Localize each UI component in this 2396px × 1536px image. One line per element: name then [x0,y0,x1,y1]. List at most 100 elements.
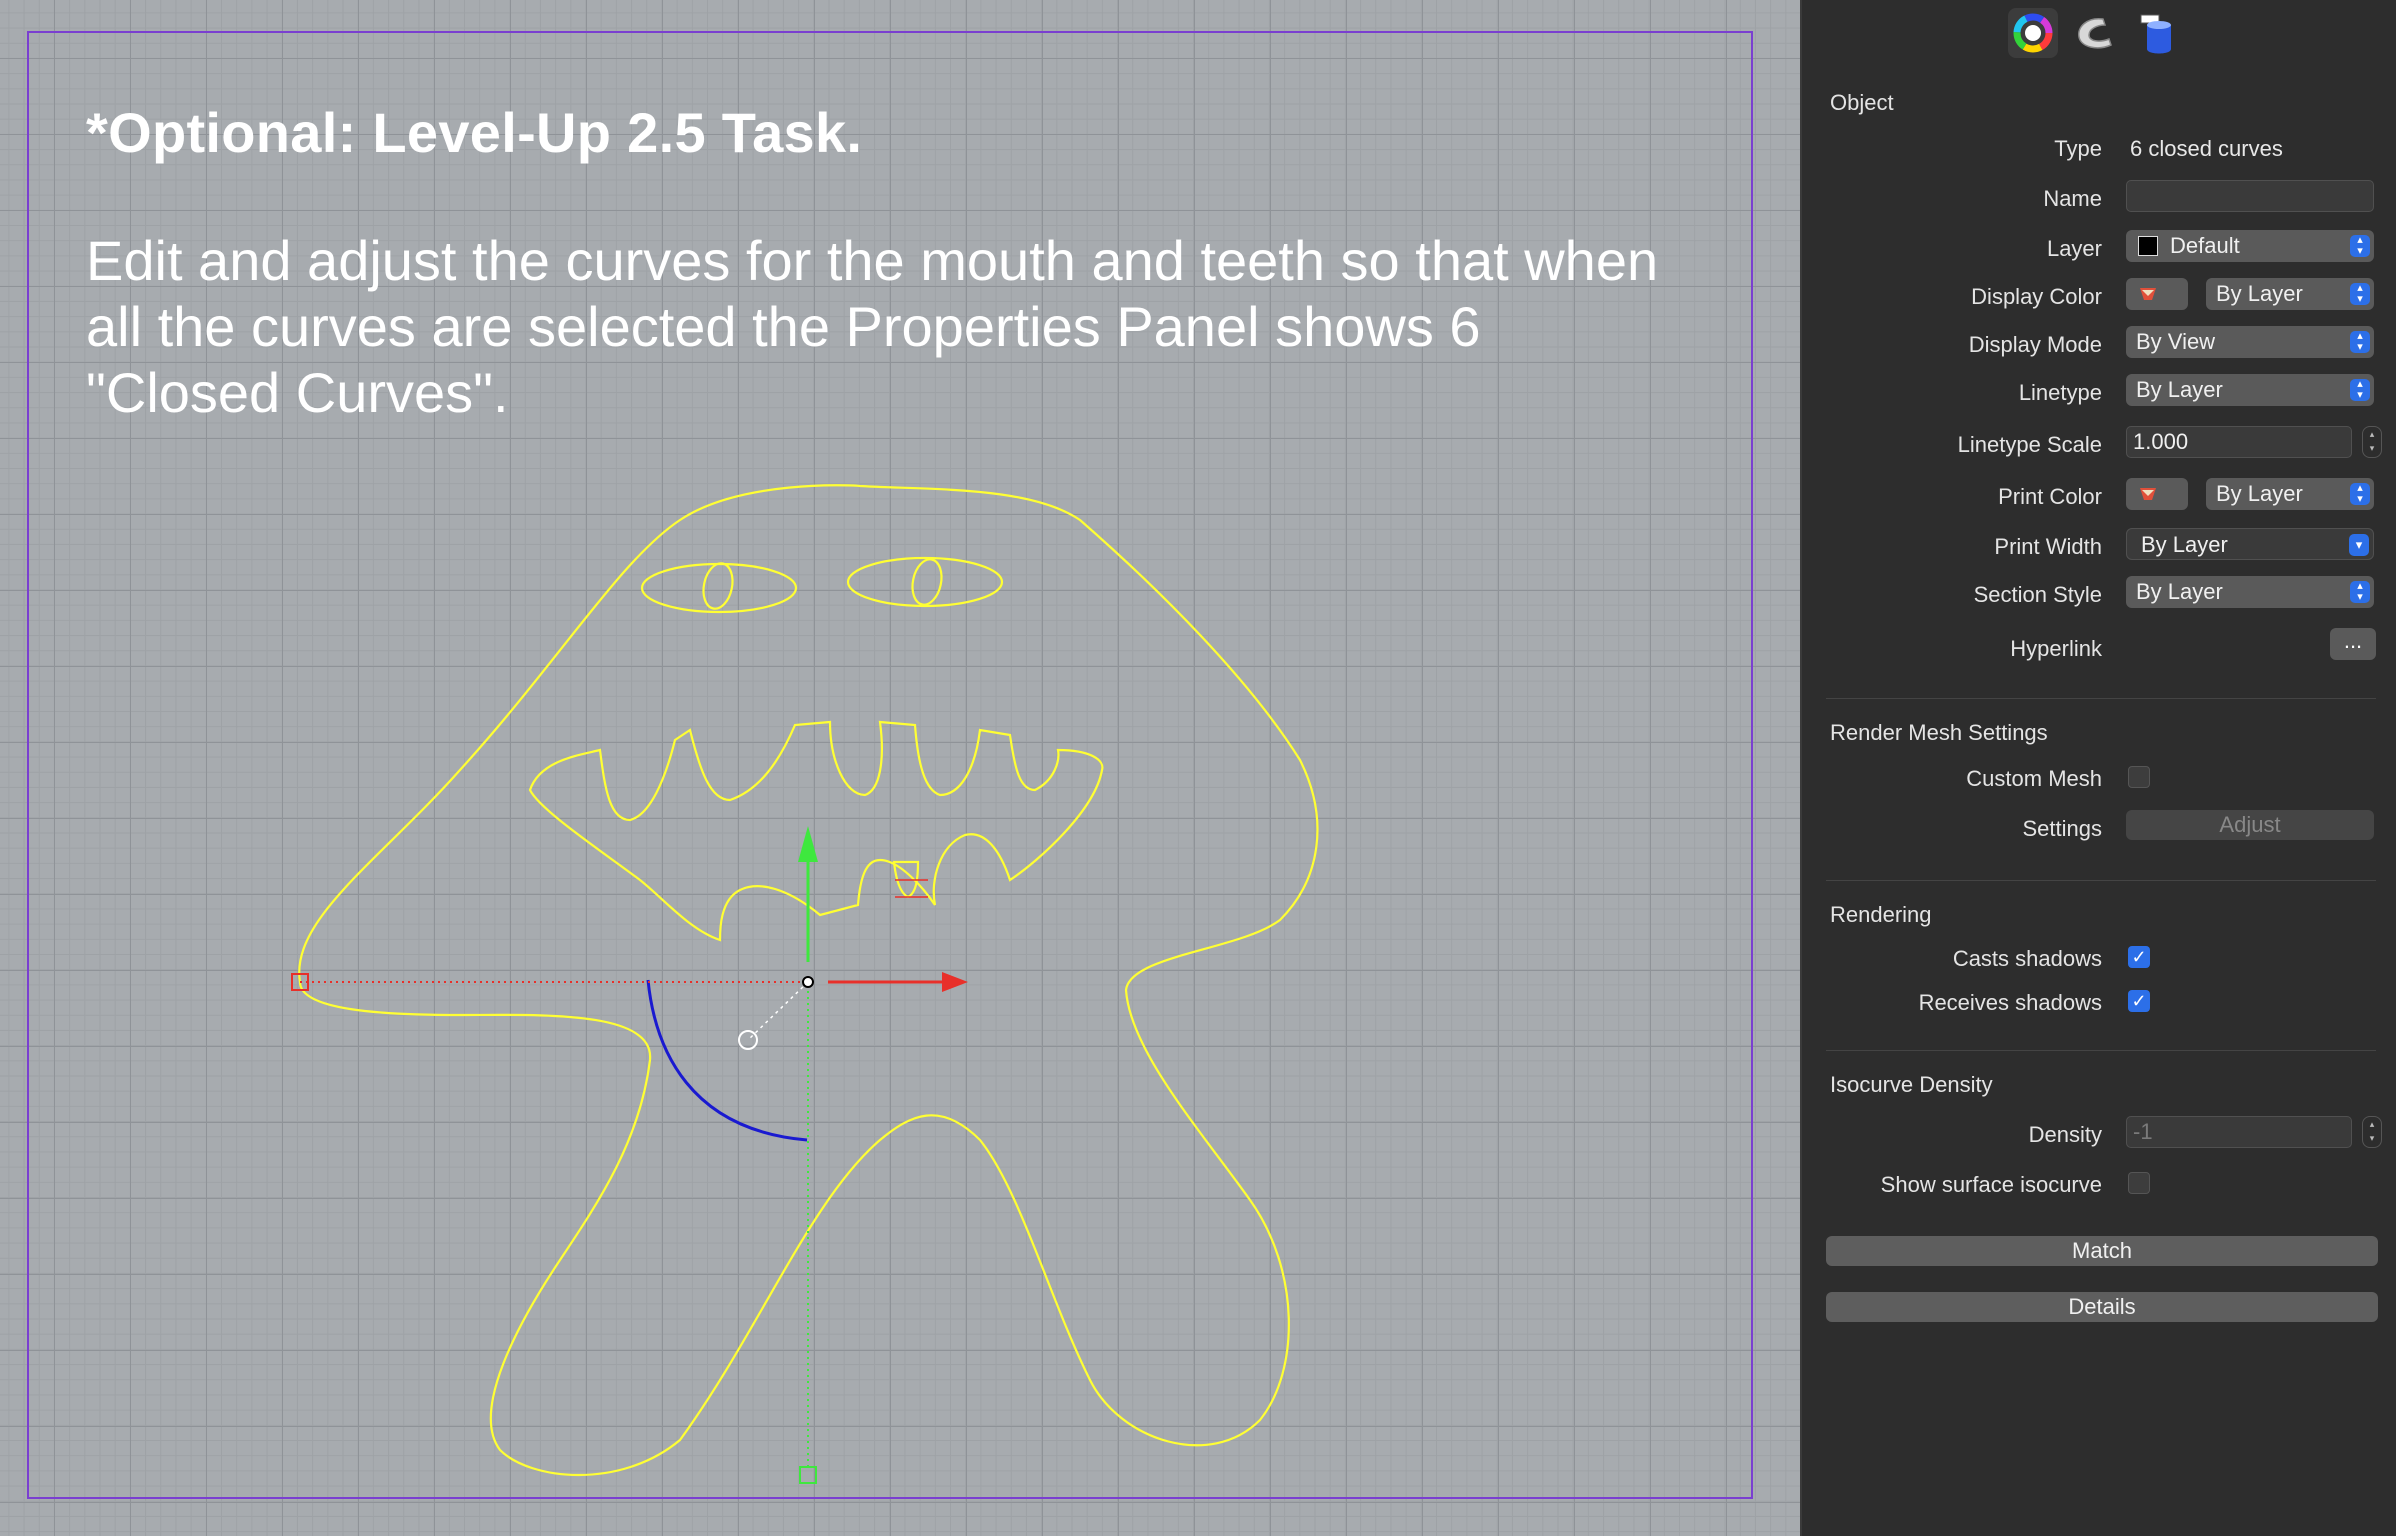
hyperlink-label: Hyperlink [2010,636,2102,661]
show-isocurve-label: Show surface isocurve [1880,1172,2102,1197]
display-color-value: By Layer [2216,281,2303,306]
left-eye-curve [640,562,798,614]
layer-select[interactable]: Default ▴ ▾ [2126,230,2374,262]
rotate-dotted [747,981,809,1041]
linetype-label: Linetype [2018,380,2102,405]
chevron-updown-icon: ▴ ▾ [2350,235,2370,257]
chevron-updown-icon: ▴ ▾ [2350,331,2370,353]
settings-label: Settings [2022,816,2103,841]
right-eye-curve [846,556,1004,608]
y-handle [799,1466,817,1484]
display-mode-value: By View [2136,329,2216,354]
details-button[interactable]: Details [1826,1292,2378,1322]
layer-select-value: Default [2170,233,2240,258]
linetype-row: Linetype By Layer ▴ ▾ [1802,372,2396,412]
print-color-swatch[interactable] [2126,478,2188,510]
material-icon[interactable] [2070,8,2120,58]
divider [1826,1050,2376,1051]
task-line-1: Edit and adjust the curves for the mouth… [86,229,1659,292]
hyperlink-row: Hyperlink ... [1802,628,2396,668]
type-label: Type [2054,136,2102,161]
casts-shadows-label: Casts shadows [1952,946,2102,971]
panel-tabs [2008,8,2182,58]
render-mesh-section-title: Render Mesh Settings [1830,720,2048,745]
task-line-3: "Closed Curves". [86,361,509,424]
left-pupil-curve [702,562,734,610]
chevron-down-icon: ▾ [2349,534,2369,556]
receives-shadows-row: Receives shadows ✓ [1802,982,2396,1022]
print-width-row: Print Width By Layer ▾ [1802,526,2396,566]
hyperlink-button[interactable]: ... [2330,628,2376,660]
casts-shadows-checkbox[interactable]: ✓ [2128,946,2150,968]
linetype-value: By Layer [2136,377,2223,402]
isocurve-section-title: Isocurve Density [1830,1072,1993,1097]
type-row: Type 6 closed curves [1802,128,2396,168]
rendering-section-title: Rendering [1830,902,1932,927]
gumball-widget [291,826,968,1484]
object-section-title: Object [1830,90,1894,115]
density-label: Density [2028,1122,2102,1147]
custom-mesh-label: Custom Mesh [1966,766,2102,791]
display-color-swatch[interactable] [2126,278,2188,310]
chevron-updown-icon: ▴ ▾ [2350,483,2370,505]
chevron-updown-icon: ▴ ▾ [2350,283,2370,305]
chevron-updown-icon: ▴ ▾ [2350,379,2370,401]
casts-shadows-row: Casts shadows ✓ [1802,938,2396,978]
chevron-updown-icon: ▴ ▾ [2350,581,2370,603]
layer-row: Layer Default ▴ ▾ [1802,228,2396,268]
section-style-select[interactable]: By Layer ▴ ▾ [2126,576,2374,608]
right-pupil-curve [911,558,943,606]
section-style-row: Section Style By Layer ▴ ▾ [1802,574,2396,614]
viewport[interactable]: *Optional: Level-Up 2.5 Task. Edit and a… [0,0,1800,1536]
object-cylinder-icon[interactable] [2132,8,2182,58]
task-line-2: all the curves are selected the Properti… [86,295,1481,358]
layer-color-icon [2140,288,2156,300]
display-mode-select[interactable]: By View ▴ ▾ [2126,326,2374,358]
settings-row: Settings Adjust [1802,808,2396,848]
linetype-scale-stepper[interactable]: ▴ ▾ [2362,426,2382,458]
divider [1826,698,2376,699]
color-wheel-icon[interactable] [2008,8,2058,58]
linetype-scale-row: Linetype Scale 1.000 ▴ ▾ [1802,424,2396,464]
density-stepper[interactable]: ▴ ▾ [2362,1116,2382,1148]
type-value: 6 closed curves [2130,136,2283,161]
match-button[interactable]: Match [1826,1236,2378,1266]
custom-mesh-row: Custom Mesh [1802,758,2396,798]
section-style-value: By Layer [2136,579,2223,604]
linetype-select[interactable]: By Layer ▴ ▾ [2126,374,2374,406]
linetype-scale-label: Linetype Scale [1957,432,2102,457]
display-color-select[interactable]: By Layer ▴ ▾ [2206,278,2374,310]
adjust-button[interactable]: Adjust [2126,810,2374,840]
name-row: Name [1802,178,2396,218]
name-label: Name [2043,186,2102,211]
layer-color-chip [2138,236,2158,256]
name-input[interactable] [2126,180,2374,212]
display-mode-row: Display Mode By View ▴ ▾ [1802,324,2396,364]
receives-shadows-checkbox[interactable]: ✓ [2128,990,2150,1012]
show-isocurve-checkbox[interactable] [2128,1172,2150,1194]
y-axis-arrow [798,826,818,862]
section-style-label: Section Style [1973,582,2102,607]
mouth-curve [528,720,1104,942]
display-color-label: Display Color [1971,284,2102,309]
print-color-value: By Layer [2216,481,2303,506]
task-description: Edit and adjust the curves for the mouth… [86,228,1726,426]
print-color-select[interactable]: By Layer ▴ ▾ [2206,478,2374,510]
density-row: Density -1 ▴ ▾ [1802,1114,2396,1154]
properties-panel: Object Type 6 closed curves Name Layer D… [1800,0,2396,1536]
show-isocurve-row: Show surface isocurve [1802,1164,2396,1204]
selected-arc-curve [646,979,808,1142]
receives-shadows-label: Receives shadows [1918,990,2102,1015]
density-input[interactable]: -1 [2126,1116,2352,1148]
linetype-scale-input[interactable]: 1.000 [2126,426,2352,458]
print-width-select[interactable]: By Layer ▾ [2126,528,2374,560]
custom-mesh-checkbox[interactable] [2128,766,2150,788]
print-width-value: By Layer [2141,532,2228,557]
print-width-label: Print Width [1994,534,2102,559]
print-color-label: Print Color [1998,484,2102,509]
display-mode-label: Display Mode [1968,332,2102,357]
layer-label: Layer [2046,236,2102,261]
task-title: *Optional: Level-Up 2.5 Task. [86,101,863,164]
print-color-row: Print Color By Layer ▴ ▾ [1802,476,2396,516]
display-color-row: Display Color By Layer ▴ ▾ [1802,276,2396,316]
